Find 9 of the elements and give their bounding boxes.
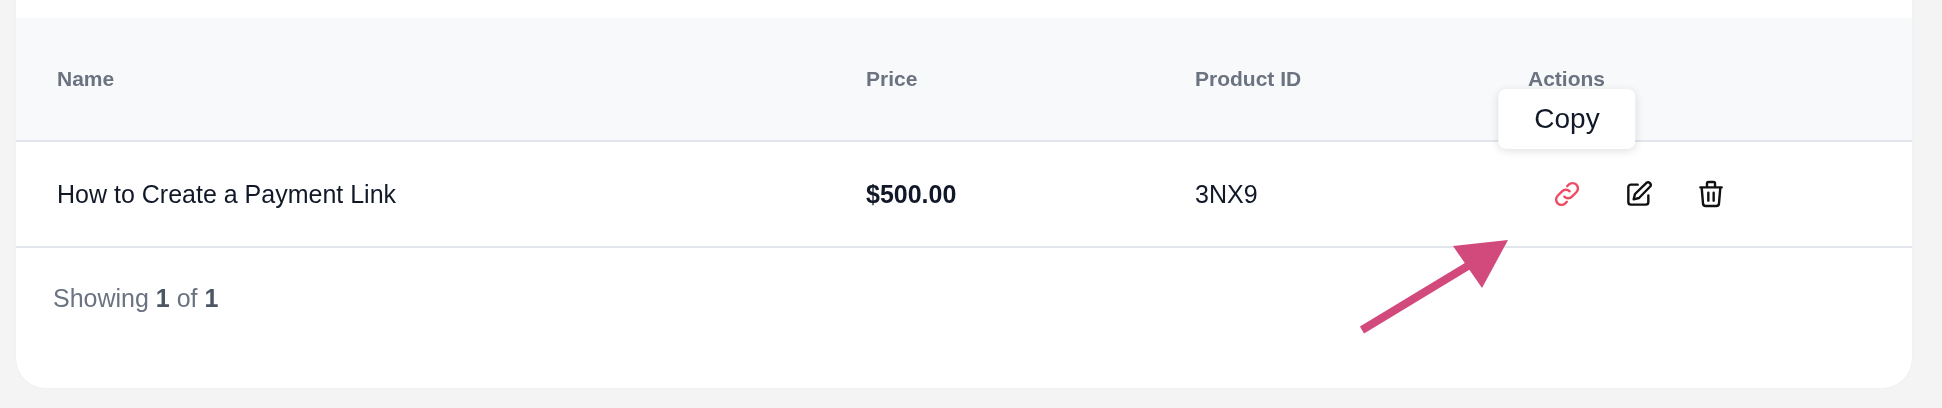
- column-header: Product ID: [1195, 67, 1302, 90]
- table-cell: 3NX9: [1195, 179, 1258, 208]
- table-cell: $500.00: [866, 179, 957, 208]
- table-cell: How to Create a Payment Link: [57, 179, 397, 208]
- pagination-text: Showing 1 of 1: [53, 284, 219, 312]
- column-header: Name: [57, 67, 115, 90]
- column-header: Price: [866, 67, 918, 90]
- column-header: Actions: [1528, 67, 1605, 90]
- tooltip: Copy: [1498, 89, 1636, 149]
